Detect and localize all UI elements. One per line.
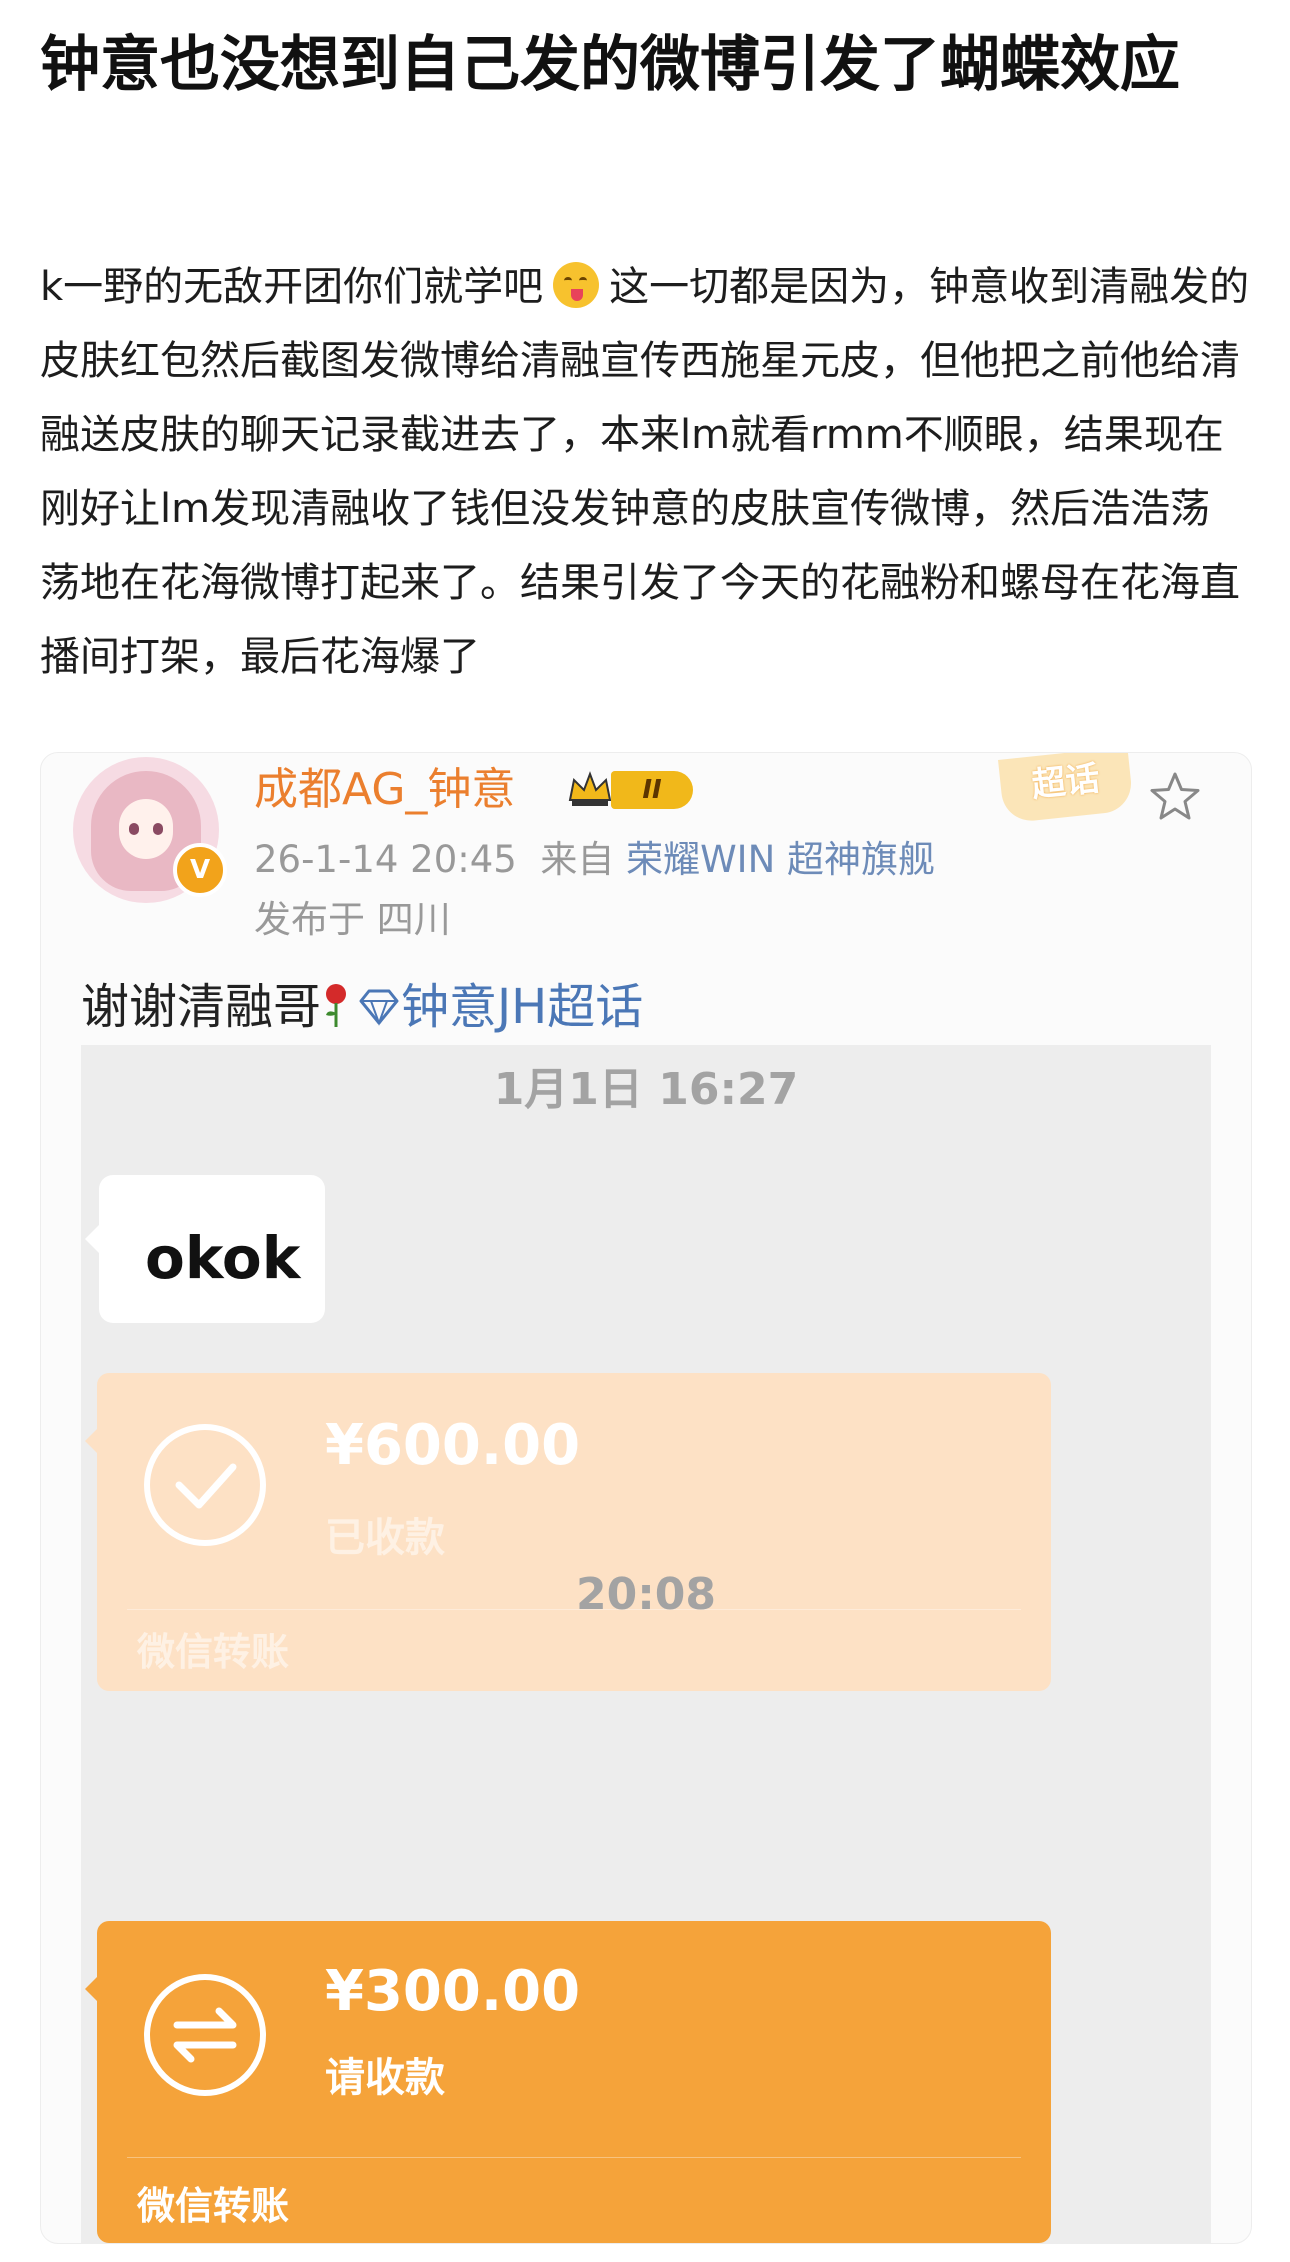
- transfer-footer: 微信转账: [137, 1630, 290, 1674]
- transfer-arrows-icon: [144, 1974, 266, 2096]
- face-savoring-food-emoji-icon: [553, 262, 600, 308]
- post-username[interactable]: 成都AG_钟意: [254, 760, 515, 820]
- post-text: 谢谢清融哥 钟意JH超话: [81, 975, 643, 1039]
- supertopic-link[interactable]: 钟意JH超话: [401, 979, 643, 1035]
- crown-icon: [568, 771, 612, 806]
- chat-timestamp: 1月1日 16:27: [493, 1064, 799, 1115]
- transfer-status: 已收款: [325, 1515, 445, 1561]
- transfer-amount: ¥300.00: [325, 1959, 581, 2024]
- article-title: 钟意也没想到自己发的微博引发了蝴蝶效应: [40, 30, 1180, 100]
- transfer-card-pending[interactable]: ¥300.00 请收款 微信转账: [85, 1921, 1051, 2243]
- transfer-footer: 微信转账: [137, 2184, 290, 2228]
- supertopic-tag[interactable]: 超话: [998, 753, 1134, 824]
- transfer-amount: ¥600.00: [325, 1413, 581, 1478]
- level-badge: II: [611, 771, 693, 809]
- post-location: 发布于 四川: [254, 898, 451, 941]
- article-body: k一野的无敌开团你们就学吧 这一切都是因为，钟意收到清融发的皮肤红包然后截图发微博…: [40, 250, 1250, 694]
- post-text-content: 谢谢清融哥: [81, 979, 322, 1035]
- message-text: okok: [145, 1224, 301, 1292]
- diamond-icon: [359, 989, 399, 1026]
- verified-badge-icon: V: [173, 843, 227, 897]
- star-icon[interactable]: [1148, 770, 1202, 824]
- transfer-status: 请收款: [325, 2055, 445, 2101]
- chat-timestamp: 20:08: [575, 1569, 717, 1620]
- embedded-weibo-post: V 成都AG_钟意 II 超话 26-1-14 20:45 来自 荣耀WIN 超…: [40, 752, 1252, 2244]
- article-body-part1: k一野的无敌开团你们就学吧: [40, 264, 544, 310]
- post-device[interactable]: 荣耀WIN 超神旗舰: [626, 838, 935, 881]
- post-datetime: 26-1-14 20:45: [254, 838, 517, 881]
- post-meta: 26-1-14 20:45 来自 荣耀WIN 超神旗舰: [254, 835, 935, 885]
- post-from-label: 来自: [540, 838, 615, 881]
- check-circle-icon: [144, 1424, 266, 1546]
- chat-screenshot: 1月1日 16:27 okok ¥600.00 已收款 微信转账 20:08 ¥…: [81, 1045, 1211, 2243]
- article-body-part2: 这一切都是因为，钟意收到清融发的皮肤红包然后截图发微博给清融宣传西施星元皮，但他…: [40, 264, 1250, 680]
- transfer-card-received: ¥600.00 已收款 微信转账: [85, 1373, 1051, 1691]
- rose-icon: [326, 984, 347, 1027]
